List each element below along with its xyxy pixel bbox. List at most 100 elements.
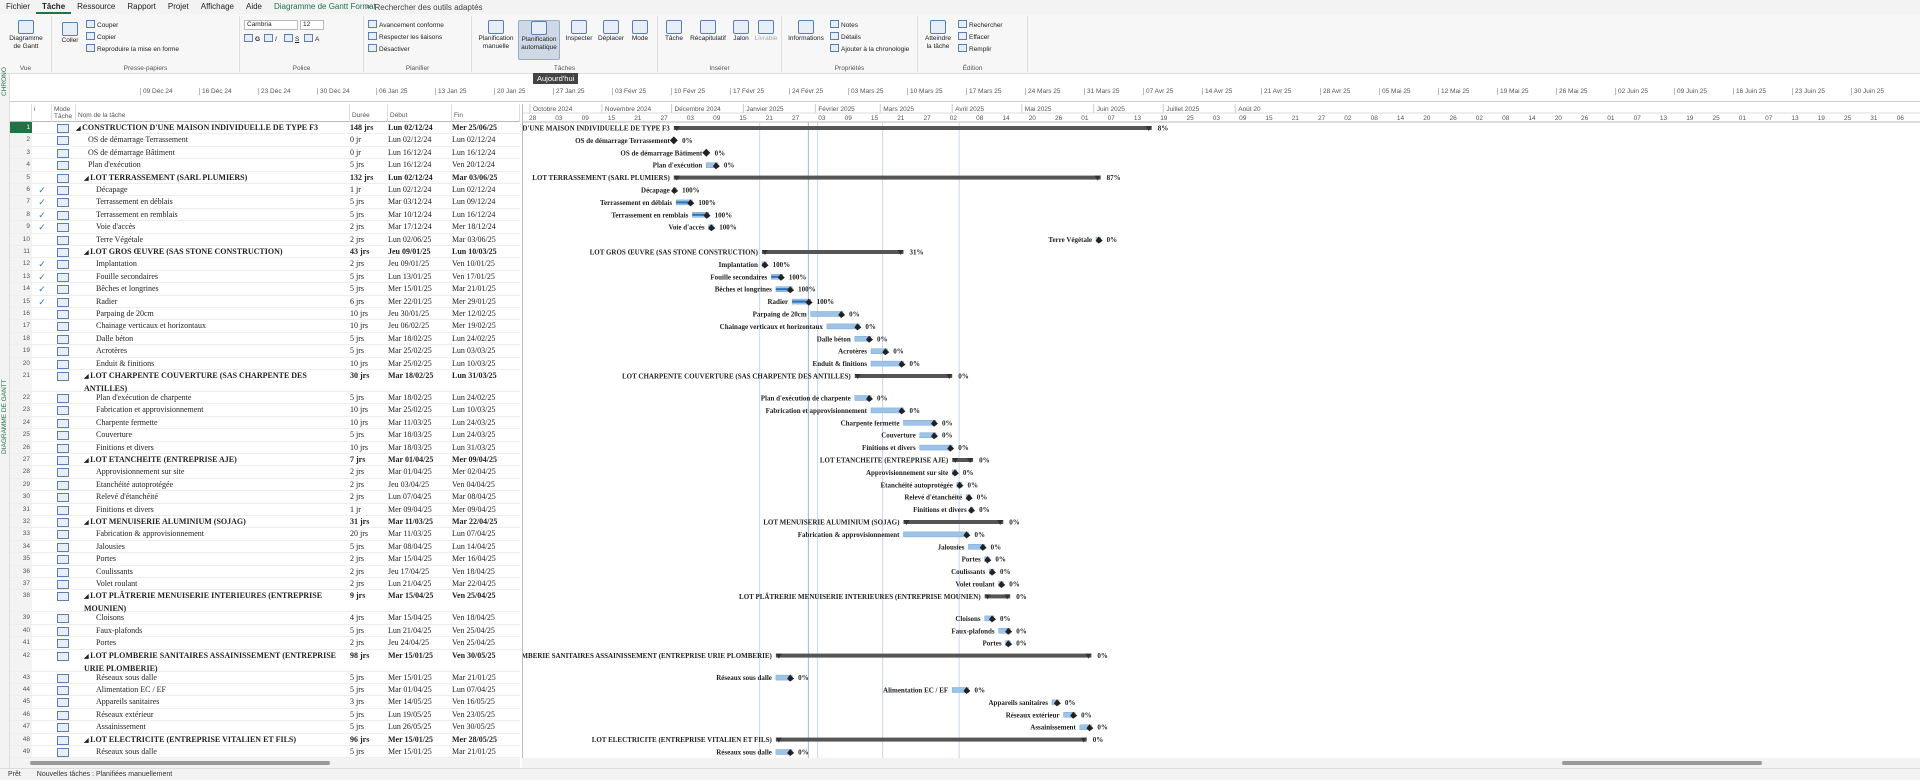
task-name-cell[interactable]: Réseaux extérieur bbox=[76, 709, 346, 721]
table-row[interactable]: 7 ✓ Terrassement en déblais 5 jrs Mar 03/12/… bbox=[10, 196, 520, 209]
task-name-cell[interactable]: Terre Végétale bbox=[76, 234, 346, 246]
gantt-view-button[interactable]: Diagramme de Gantt bbox=[6, 20, 46, 51]
info-column-header[interactable]: i bbox=[32, 104, 52, 122]
task-name-cell[interactable]: Terrassement en déblais bbox=[76, 196, 346, 208]
respecter-button[interactable]: Respecter les liaisons bbox=[368, 32, 442, 42]
table-row[interactable]: 30 Relevé d'étanchéité 2 jrs Lun 07/04/25 Ma… bbox=[10, 491, 520, 504]
row-number[interactable]: 19 bbox=[10, 345, 32, 357]
start-cell[interactable]: Mar 18/02/25 bbox=[388, 333, 452, 345]
timeline-bar[interactable]: 09 Déc 24 16 Déc 24 23 Déc 24 30 Déc 24 06 J… bbox=[10, 86, 1920, 102]
table-row[interactable]: 37 Volet roulant 2 jrs Lun 21/04/25 Mar 22/0… bbox=[10, 578, 520, 591]
menu-ressource[interactable]: Ressource bbox=[71, 0, 121, 14]
task-name-cell[interactable]: ◢ CONSTRUCTION D'UNE MAISON INDIVIDUELLE… bbox=[76, 122, 346, 135]
table-row[interactable]: 40 Faux-plafonds 5 jrs Lun 21/04/25 Ven 25/0… bbox=[10, 624, 520, 638]
finish-column-header[interactable]: Fin bbox=[452, 104, 520, 122]
menu-projet[interactable]: Projet bbox=[162, 0, 195, 14]
start-cell[interactable]: Lun 21/04/25 bbox=[388, 578, 452, 590]
finish-cell[interactable]: Lun 24/02/25 bbox=[452, 392, 516, 404]
start-cell[interactable]: Lun 02/06/25 bbox=[388, 234, 452, 246]
task-name-cell[interactable]: Enduit & finitions bbox=[76, 358, 346, 370]
couper-button[interactable]: Couper bbox=[86, 20, 118, 30]
start-cell[interactable]: Mer 15/01/25 bbox=[388, 734, 452, 746]
row-number[interactable]: 23 bbox=[10, 404, 32, 416]
finish-cell[interactable]: Lun 10/03/25 bbox=[452, 404, 516, 416]
finish-cell[interactable]: Ven 20/12/24 bbox=[452, 159, 516, 171]
finish-cell[interactable]: Mer 19/02/25 bbox=[452, 320, 516, 332]
tache-button[interactable]: Tâche bbox=[662, 20, 686, 43]
start-cell[interactable]: Lun 13/01/25 bbox=[388, 271, 452, 283]
start-cell[interactable]: Lun 02/12/24 bbox=[388, 184, 452, 196]
row-number[interactable]: 45 bbox=[10, 696, 32, 708]
finish-cell[interactable]: Mer 29/01/25 bbox=[452, 296, 516, 308]
start-cell[interactable]: Jeu 24/04/25 bbox=[388, 637, 452, 649]
start-cell[interactable]: Mer 09/04/25 bbox=[388, 504, 452, 516]
row-number[interactable]: 1 bbox=[10, 122, 32, 134]
font-size-select[interactable]: 12 bbox=[300, 20, 324, 30]
start-cell[interactable]: Jeu 09/01/25 bbox=[388, 246, 452, 258]
menu-aide[interactable]: Aide bbox=[240, 0, 268, 14]
details-button[interactable]: Détails bbox=[830, 32, 861, 42]
finish-cell[interactable]: Mar 22/04/25 bbox=[452, 516, 516, 528]
underline-button[interactable]: S bbox=[284, 34, 299, 44]
notes-button[interactable]: Notes bbox=[830, 20, 858, 30]
finish-cell[interactable]: Mar 08/04/25 bbox=[452, 491, 516, 503]
task-name-cell[interactable]: Alimentation EC / EF bbox=[76, 684, 346, 696]
task-name-cell[interactable]: Finitions et divers bbox=[76, 504, 346, 516]
finish-cell[interactable]: Lun 10/03/25 bbox=[452, 358, 516, 370]
task-name-cell[interactable]: Portes bbox=[76, 637, 346, 649]
table-row[interactable]: 24 Charpente fermette 10 jrs Mar 11/03/25 Lu… bbox=[10, 416, 520, 430]
finish-cell[interactable]: Mar 21/01/25 bbox=[452, 746, 516, 758]
task-name-cell[interactable]: OS de démarrage Terrassement bbox=[76, 134, 346, 146]
table-row[interactable]: 42 ◢ LOT PLOMBERIE SANITAIRES ASSAINISSEM… bbox=[10, 649, 520, 673]
table-row[interactable]: 23 Fabrication et approvisionnement 10 jrs… bbox=[10, 404, 520, 417]
planification-manuelle-button[interactable]: Planification manuelle bbox=[476, 20, 516, 51]
start-cell[interactable]: Mer 15/01/25 bbox=[388, 283, 452, 295]
finish-cell[interactable]: Ven 25/04/25 bbox=[452, 625, 516, 637]
start-cell[interactable]: Mer 15/01/25 bbox=[388, 650, 452, 662]
task-name-cell[interactable]: ◢ LOT GROS ŒUVRE (SAS STONE CONSTRUCTION… bbox=[76, 246, 346, 259]
bold-button[interactable]: G bbox=[244, 34, 260, 44]
copier-button[interactable]: Copier bbox=[86, 32, 116, 42]
row-number[interactable]: 48 bbox=[10, 733, 32, 745]
reproduire-button[interactable]: Reproduire la mise en forme bbox=[86, 44, 179, 54]
row-number[interactable]: 21 bbox=[10, 370, 32, 391]
recapitulatif-button[interactable]: Récapitulatif bbox=[688, 20, 728, 43]
finish-cell[interactable]: Ven 16/05/25 bbox=[452, 696, 516, 708]
finish-cell[interactable]: Mar 22/04/25 bbox=[452, 578, 516, 590]
italic-button[interactable]: I bbox=[264, 34, 277, 44]
table-row[interactable]: 3 OS de démarrage Bâtiment 0 jr Lun 16/12/2… bbox=[10, 146, 520, 160]
effacer-button[interactable]: Effacer bbox=[958, 32, 989, 42]
start-cell[interactable]: Mar 01/04/25 bbox=[388, 466, 452, 478]
rechercher-button[interactable]: Rechercher bbox=[958, 20, 1003, 30]
finish-cell[interactable]: Mer 16/04/25 bbox=[452, 553, 516, 565]
status-new-tasks[interactable]: Nouvelles tâches : Planifiées manuelleme… bbox=[37, 771, 172, 778]
table-row[interactable]: 31 Finitions et divers 1 jr Mer 09/04/25 Mer… bbox=[10, 503, 520, 516]
start-cell[interactable]: Lun 19/05/25 bbox=[388, 709, 452, 721]
task-name-cell[interactable]: Relevé d'étanchéité bbox=[76, 491, 346, 503]
row-number[interactable]: 20 bbox=[10, 357, 32, 369]
task-name-cell[interactable]: Appareils sanitaires bbox=[76, 696, 346, 708]
table-row[interactable]: 11 ◢ LOT GROS ŒUVRE (SAS STONE CONSTRUCTI… bbox=[10, 246, 520, 259]
start-cell[interactable]: Mar 25/02/25 bbox=[388, 358, 452, 370]
table-row[interactable]: 39 Cloisons 4 jrs Mar 15/04/25 Ven 18/04/25 bbox=[10, 612, 520, 625]
finish-cell[interactable]: Ven 25/04/25 bbox=[452, 590, 516, 602]
mode-button[interactable]: Mode bbox=[626, 20, 654, 43]
finish-cell[interactable]: Lun 09/12/24 bbox=[452, 196, 516, 208]
task-name-cell[interactable]: Assainissement bbox=[76, 721, 346, 733]
task-name-cell[interactable]: Portes bbox=[76, 553, 346, 565]
table-row[interactable]: 44 Alimentation EC / EF 5 jrs Mar 01/04/25 L… bbox=[10, 684, 520, 697]
finish-cell[interactable]: Ven 18/04/25 bbox=[452, 566, 516, 578]
row-number[interactable]: 11 bbox=[10, 246, 32, 258]
task-name-cell[interactable]: Fouille secondaires bbox=[76, 271, 346, 283]
planification-auto-button[interactable]: Planification automatique bbox=[518, 20, 560, 60]
atteindre-tache-button[interactable]: Atteindre la tâche bbox=[922, 20, 954, 51]
gantt-chart[interactable]: Octobre 2024 Novembre 2024 Décembre 2024 Ja… bbox=[522, 104, 1920, 758]
row-number[interactable]: 44 bbox=[10, 684, 32, 696]
table-row[interactable]: 17 Chainage verticaux et horizontaux 10 jr… bbox=[10, 320, 520, 333]
task-name-cell[interactable]: ◢ LOT TERRASSEMENT (SARL PLUMIERS) bbox=[76, 172, 346, 185]
row-number[interactable]: 15 bbox=[10, 295, 32, 307]
start-cell[interactable]: Mar 15/04/25 bbox=[388, 553, 452, 565]
task-name-cell[interactable]: Fabrication & approvisionnement bbox=[76, 528, 346, 540]
jalon-button[interactable]: Jalon bbox=[730, 20, 752, 43]
task-name-cell[interactable]: ◢ LOT ETANCHEITE (ENTREPRISE AJE) bbox=[76, 454, 346, 467]
